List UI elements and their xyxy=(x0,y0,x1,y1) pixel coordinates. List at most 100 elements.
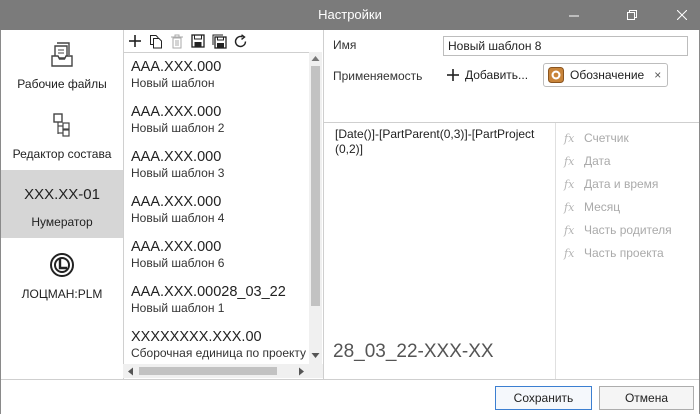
function-label: Часть проекта xyxy=(584,246,664,260)
add-applicability-button[interactable]: Добавить... xyxy=(447,65,528,85)
chip-label: Обозначение xyxy=(570,68,645,82)
list-item[interactable]: AAA.XXX.000 Новый шаблон 2 xyxy=(131,104,309,135)
scrollbar-thumb[interactable] xyxy=(311,66,320,306)
function-item[interactable]: fx Счетчик xyxy=(564,131,629,145)
applicability-label: Применяемость xyxy=(333,69,423,83)
save-all-button[interactable] xyxy=(211,33,227,49)
scroll-up-icon[interactable] xyxy=(311,55,320,62)
sidebar-item-work-files[interactable]: Рабочие файлы xyxy=(1,32,123,100)
sidebar-item-lotsman-plm[interactable]: ЛОЦМАН:PLM xyxy=(1,242,123,310)
function-icon: fx xyxy=(564,177,575,191)
save-all-icon xyxy=(212,34,227,49)
close-button[interactable] xyxy=(664,0,700,30)
save-template-button[interactable] xyxy=(190,33,206,49)
title-bar: Настройки xyxy=(0,0,700,30)
sidebar: Рабочие файлы Редактор состава XXX.XX-01… xyxy=(1,30,124,379)
add-applicability-label: Добавить... xyxy=(465,68,529,82)
function-item[interactable]: fx Месяц xyxy=(564,200,620,214)
file-tray-icon xyxy=(1,42,123,68)
template-list: AAA.XXX.000 Новый шаблон AAA.XXX.000 Нов… xyxy=(123,52,309,365)
save-icon xyxy=(191,34,205,48)
copy-template-button[interactable] xyxy=(148,33,164,49)
add-icon xyxy=(447,69,459,81)
add-icon xyxy=(129,35,141,47)
list-item[interactable]: AAA.XXX.000 Новый шаблон 6 xyxy=(131,239,309,270)
function-item[interactable]: fx Часть родителя xyxy=(564,223,672,237)
function-item[interactable]: fx Часть проекта xyxy=(564,246,664,260)
restore-icon xyxy=(627,10,637,20)
function-label: Дата xyxy=(584,154,611,168)
function-label: Месяц xyxy=(584,200,621,214)
numerator-icon: XXX.XX-01 xyxy=(24,186,100,203)
template-name: Новый шаблон 4 xyxy=(131,211,225,225)
template-name: Новый шаблон 6 xyxy=(131,256,225,270)
formula-editor[interactable]: [Date()]-[PartParent(0,3)]-[PartProject(… xyxy=(323,123,556,379)
scroll-right-icon[interactable] xyxy=(298,367,305,376)
sidebar-item-numerator[interactable]: XXX.XX-01 Нумератор xyxy=(1,170,123,238)
template-details: Имя Применяемость Добавить... Обозначени… xyxy=(323,30,699,379)
formula-text[interactable]: [Date()]-[PartParent(0,3)]-[PartProject(… xyxy=(335,127,545,157)
template-code: AAA.XXX.000 xyxy=(131,59,222,75)
template-code: AAA.XXX.000 xyxy=(131,239,222,255)
template-properties: Имя Применяемость Добавить... Обозначени… xyxy=(323,30,699,123)
sidebar-item-structure-editor[interactable]: Редактор состава xyxy=(1,102,123,170)
function-icon: fx xyxy=(564,200,575,214)
template-name: Сборочная единица по проекту xyxy=(131,346,307,360)
add-template-button[interactable] xyxy=(127,33,143,49)
copy-icon xyxy=(150,34,162,48)
settings-window: Рабочие файлы Редактор состава XXX.XX-01… xyxy=(0,30,700,414)
function-label: Дата и время xyxy=(584,177,659,191)
template-code: AAA.XXX.000 xyxy=(131,149,222,165)
function-label: Счетчик xyxy=(584,131,629,145)
applicability-chip[interactable]: Обозначение × xyxy=(543,63,669,87)
list-vertical-scrollbar[interactable] xyxy=(309,52,322,364)
list-item[interactable]: XXXXXXXX.XXX.00 Сборочная единица по про… xyxy=(131,329,309,360)
template-code: AAA.XXX.00028_03_22 xyxy=(131,284,286,300)
list-item[interactable]: AAA.XXX.00028_03_22 Новый шаблон 1 xyxy=(131,284,309,315)
template-code: AAA.XXX.000 xyxy=(131,194,222,210)
function-icon: fx xyxy=(564,154,575,168)
function-item[interactable]: fx Дата xyxy=(564,154,611,168)
function-icon: fx xyxy=(564,246,575,260)
remove-chip-icon[interactable]: × xyxy=(654,68,661,82)
delete-icon xyxy=(171,34,183,48)
template-code: AAA.XXX.000 xyxy=(131,104,222,120)
template-code: XXXXXXXX.XXX.00 xyxy=(131,329,262,345)
function-icon: fx xyxy=(564,131,575,145)
template-name: Новый шаблон xyxy=(131,76,215,90)
minimize-icon xyxy=(569,15,579,17)
function-icon: fx xyxy=(564,223,575,237)
function-item[interactable]: fx Дата и время xyxy=(564,177,658,191)
save-button[interactable]: Сохранить xyxy=(495,386,592,410)
function-label: Часть родителя xyxy=(584,223,672,237)
lotsman-logo-icon xyxy=(1,252,123,278)
scrollbar-thumb[interactable] xyxy=(139,367,277,375)
designation-icon xyxy=(548,67,564,83)
structure-editor-icon xyxy=(1,112,123,138)
maximize-button[interactable] xyxy=(614,0,650,30)
scroll-left-icon[interactable] xyxy=(127,367,134,376)
close-icon xyxy=(677,10,687,20)
window-title: Настройки xyxy=(318,7,382,22)
delete-template-button[interactable] xyxy=(169,33,185,49)
sidebar-item-label: Рабочие файлы xyxy=(17,77,107,91)
list-item[interactable]: AAA.XXX.000 Новый шаблон 3 xyxy=(131,149,309,180)
template-name-input[interactable] xyxy=(443,36,688,56)
refresh-button[interactable] xyxy=(232,33,248,49)
list-horizontal-scrollbar[interactable] xyxy=(123,364,323,378)
sidebar-item-label: Нумератор xyxy=(31,215,93,229)
list-item[interactable]: AAA.XXX.000 Новый шаблон 4 xyxy=(131,194,309,225)
name-label: Имя xyxy=(333,38,357,52)
template-name: Новый шаблон 3 xyxy=(131,166,225,180)
cancel-button[interactable]: Отмена xyxy=(599,386,694,410)
template-panel: AAA.XXX.000 Новый шаблон AAA.XXX.000 Нов… xyxy=(123,30,324,379)
scroll-down-icon[interactable] xyxy=(311,352,320,359)
template-name: Новый шаблон 2 xyxy=(131,121,225,135)
template-toolbar xyxy=(123,30,323,52)
number-preview: 28_03_22-XXX-XX xyxy=(333,341,494,362)
sidebar-item-label: ЛОЦМАН:PLM xyxy=(21,287,103,301)
refresh-icon xyxy=(234,33,246,47)
list-item[interactable]: AAA.XXX.000 Новый шаблон xyxy=(131,59,309,90)
minimize-button[interactable] xyxy=(556,0,592,30)
template-name: Новый шаблон 1 xyxy=(131,301,225,315)
